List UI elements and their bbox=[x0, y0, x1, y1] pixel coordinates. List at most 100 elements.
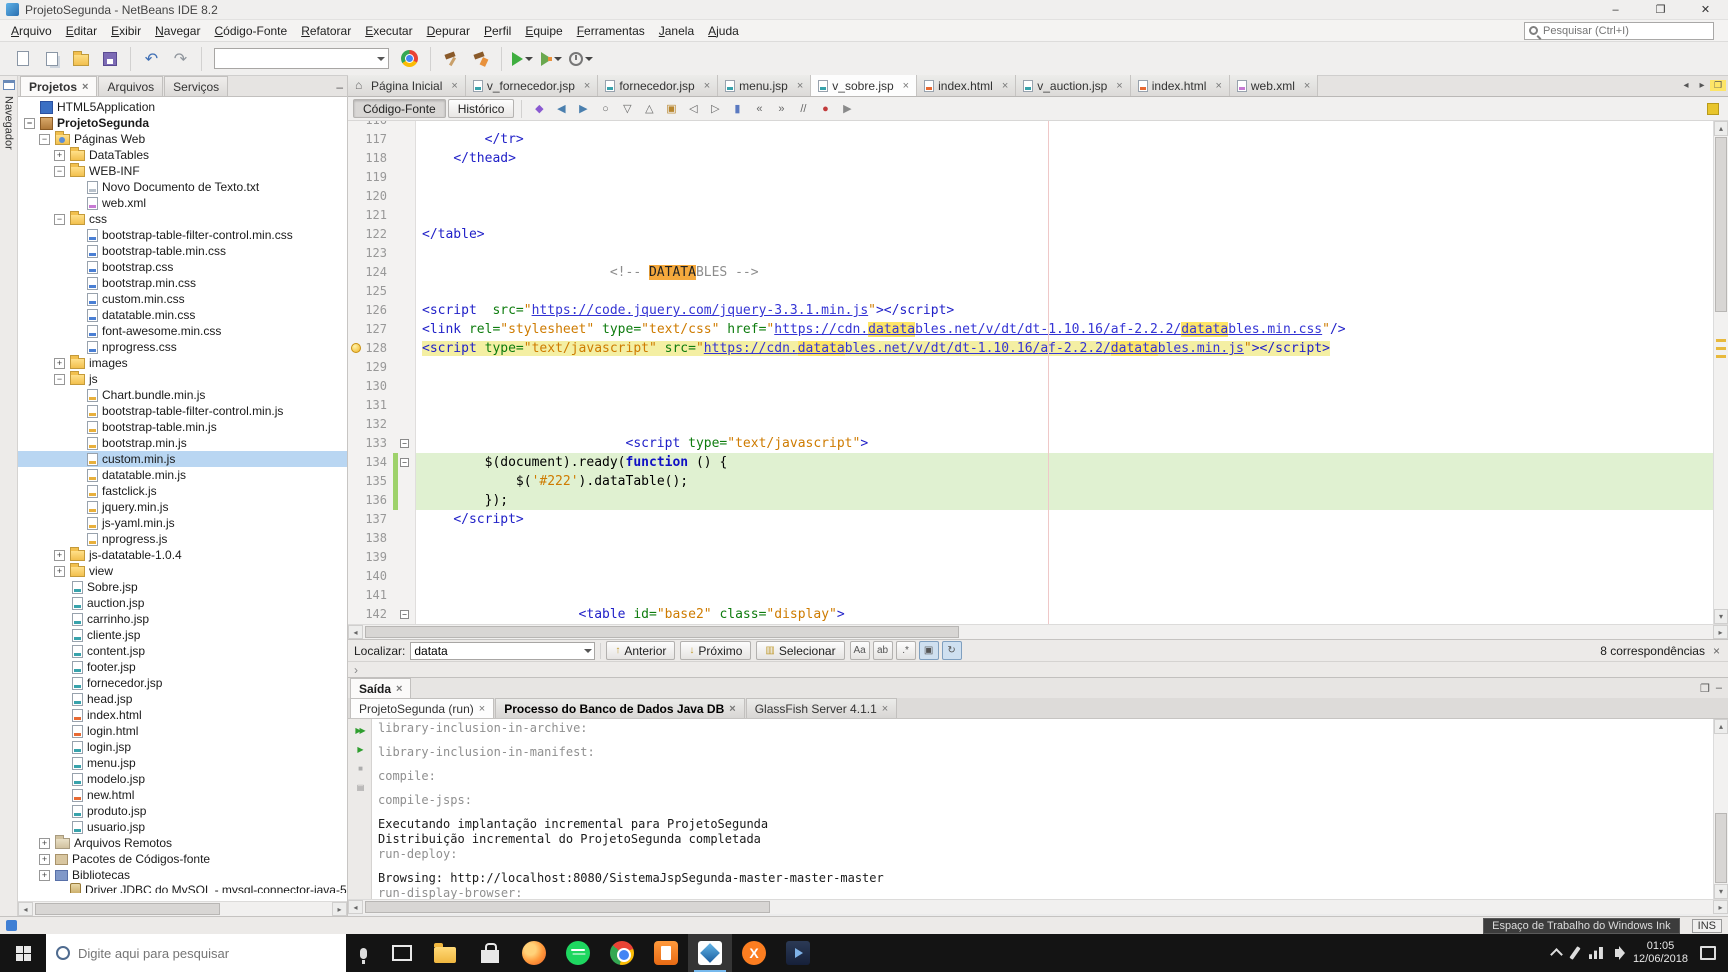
code-text[interactable]: </tr> bbox=[416, 130, 1713, 149]
code-text[interactable] bbox=[416, 187, 1713, 206]
close-button[interactable] bbox=[1683, 0, 1728, 19]
undo-icon[interactable] bbox=[138, 45, 165, 72]
expander-icon[interactable]: + bbox=[54, 549, 65, 561]
expander-icon[interactable]: + bbox=[39, 837, 50, 849]
code-text[interactable]: <script src="https://code.jquery.com/jqu… bbox=[416, 301, 1713, 320]
run-project-icon[interactable] bbox=[509, 45, 536, 72]
tab-processo-do-banco-de-dados-java-db[interactable]: Processo do Banco de Dados Java DB bbox=[495, 698, 745, 718]
find-match-mark[interactable] bbox=[1716, 347, 1726, 350]
code-text[interactable] bbox=[416, 358, 1713, 377]
microphone-button[interactable] bbox=[346, 934, 380, 972]
tree-item-custom-min-js[interactable]: custom.min.js bbox=[18, 451, 347, 467]
tree-item-bootstrap-min-css[interactable]: bootstrap.min.css bbox=[18, 275, 347, 291]
tree-item-carrinho-jsp[interactable]: carrinho.jsp bbox=[18, 611, 347, 627]
code-text[interactable] bbox=[416, 415, 1713, 434]
clock[interactable]: 01:05 12/06/2018 bbox=[1633, 940, 1688, 966]
close-icon[interactable] bbox=[451, 80, 457, 92]
code-text[interactable] bbox=[416, 567, 1713, 586]
scrollbar-thumb[interactable] bbox=[365, 901, 770, 913]
menu-item-depurar[interactable]: Depurar bbox=[420, 21, 477, 41]
menu-item-navegar[interactable]: Navegar bbox=[148, 21, 207, 41]
tree-item-auction-jsp[interactable]: auction.jsp bbox=[18, 595, 347, 611]
minimize-panel-icon[interactable] bbox=[336, 78, 343, 96]
expander-icon[interactable]: + bbox=[54, 565, 65, 577]
scroll-left-icon[interactable] bbox=[18, 902, 33, 916]
code-text[interactable] bbox=[416, 168, 1713, 187]
code-text[interactable] bbox=[416, 548, 1713, 567]
build-project-icon[interactable] bbox=[438, 45, 465, 72]
tab-glassfish-server-4-1-1[interactable]: GlassFish Server 4.1.1 bbox=[745, 698, 898, 718]
navigator-tab[interactable]: Navegador bbox=[3, 96, 15, 150]
quick-search-input[interactable] bbox=[1543, 24, 1693, 37]
store-icon[interactable] bbox=[468, 934, 512, 972]
run-macro-icon[interactable]: ▶ bbox=[837, 99, 857, 119]
profile-project-icon[interactable] bbox=[567, 45, 594, 72]
tree-item-bootstrap-table-filter-control-min-js[interactable]: bootstrap-table-filter-control.min.js bbox=[18, 403, 347, 419]
chrome-icon[interactable] bbox=[600, 934, 644, 972]
tree-item-custom-min-css[interactable]: custom.min.css bbox=[18, 291, 347, 307]
code-text[interactable] bbox=[416, 396, 1713, 415]
menu-item-ajuda[interactable]: Ajuda bbox=[701, 21, 746, 41]
find-combo[interactable] bbox=[410, 641, 596, 660]
menu-item-exibir[interactable]: Exibir bbox=[104, 21, 148, 41]
dark-app-icon[interactable] bbox=[776, 934, 820, 972]
tree-item-fastclick-js[interactable]: fastclick.js bbox=[18, 483, 347, 499]
expander-icon[interactable]: − bbox=[39, 133, 50, 145]
code-text[interactable]: <link rel="stylesheet" type="text/css" h… bbox=[416, 320, 1713, 339]
maximize-editor-icon[interactable] bbox=[1710, 80, 1726, 91]
tree-item-content-jsp[interactable]: content.jsp bbox=[18, 643, 347, 659]
show-hidden-icons-chevron[interactable] bbox=[1550, 948, 1563, 961]
tab-arquivos[interactable]: Arquivos bbox=[98, 76, 164, 96]
new-project-icon[interactable] bbox=[38, 45, 65, 72]
expander-icon[interactable]: − bbox=[54, 165, 65, 177]
rerun-with-options-icon[interactable]: ▶ bbox=[351, 741, 369, 757]
action-center-icon[interactable] bbox=[1700, 946, 1716, 960]
close-icon[interactable] bbox=[1304, 80, 1310, 92]
tree-item-novo-documento-de-texto-txt[interactable]: Novo Documento de Texto.txt bbox=[18, 179, 347, 195]
close-icon[interactable] bbox=[903, 80, 909, 92]
find-previous-button[interactable]: ↑ Anterior bbox=[606, 641, 676, 660]
tree-item-nprogress-css[interactable]: nprogress.css bbox=[18, 339, 347, 355]
scrollbar-track[interactable] bbox=[363, 625, 1713, 639]
tree-item-footer-jsp[interactable]: footer.jsp bbox=[18, 659, 347, 675]
highlight-results-toggle[interactable]: ▣ bbox=[918, 641, 939, 660]
tree-item-modelo-jsp[interactable]: modelo.jsp bbox=[18, 771, 347, 787]
tree-item-view[interactable]: + view bbox=[18, 563, 347, 579]
tree-item-bibliotecas[interactable]: + Bibliotecas bbox=[18, 867, 347, 883]
tree-item-chart-bundle-min-js[interactable]: Chart.bundle.min.js bbox=[18, 387, 347, 403]
tree-item-cliente-jsp[interactable]: cliente.jsp bbox=[18, 627, 347, 643]
tree-item-bootstrap-table-min-js[interactable]: bootstrap-table.min.js bbox=[18, 419, 347, 435]
scroll-down-icon[interactable] bbox=[1714, 609, 1728, 624]
last-edit-position-icon[interactable]: ◆ bbox=[529, 99, 549, 119]
find-next-button[interactable]: ↓ Próximo bbox=[680, 641, 752, 660]
tab-servi-os[interactable]: Serviços bbox=[164, 76, 229, 96]
menu-item-executar[interactable]: Executar bbox=[358, 21, 419, 41]
menu-item-ferramentas[interactable]: Ferramentas bbox=[570, 21, 652, 41]
scroll-tabs-right-icon[interactable] bbox=[1694, 80, 1710, 91]
code-editor[interactable]: 116117 </tr>118 </thead>119120121122</ta… bbox=[348, 121, 1728, 624]
tree-horizontal-scrollbar[interactable] bbox=[18, 901, 347, 916]
warning-bulb-icon[interactable] bbox=[351, 343, 361, 353]
record-macro-icon[interactable]: ● bbox=[815, 99, 835, 119]
editor-vertical-scrollbar[interactable] bbox=[1713, 121, 1728, 624]
menu-item-arquivo[interactable]: Arquivo bbox=[4, 21, 59, 41]
code-text[interactable]: }); bbox=[416, 491, 1713, 510]
tree-item-web-xml[interactable]: web.xml bbox=[18, 195, 347, 211]
browser-icon[interactable] bbox=[396, 45, 423, 72]
new-file-icon[interactable] bbox=[9, 45, 36, 72]
expander-icon[interactable]: + bbox=[39, 869, 50, 881]
tree-item-js[interactable]: − js bbox=[18, 371, 347, 387]
shift-left-icon[interactable]: « bbox=[749, 99, 769, 119]
find-next-icon[interactable]: ▽ bbox=[617, 99, 637, 119]
navigator-window-icon[interactable] bbox=[2, 80, 15, 90]
quick-search[interactable] bbox=[1524, 21, 1714, 40]
menu-item-janela[interactable]: Janela bbox=[652, 21, 701, 41]
tree-item-bootstrap-table-min-css[interactable]: bootstrap-table.min.css bbox=[18, 243, 347, 259]
code-text[interactable]: $(document).ready(function () { bbox=[416, 453, 1713, 472]
close-icon[interactable] bbox=[797, 80, 803, 92]
close-icon[interactable] bbox=[1116, 80, 1122, 92]
code-text[interactable] bbox=[416, 121, 1713, 130]
close-icon[interactable] bbox=[82, 81, 88, 93]
save-all-icon[interactable] bbox=[96, 45, 123, 72]
minimize-button[interactable] bbox=[1593, 0, 1638, 19]
